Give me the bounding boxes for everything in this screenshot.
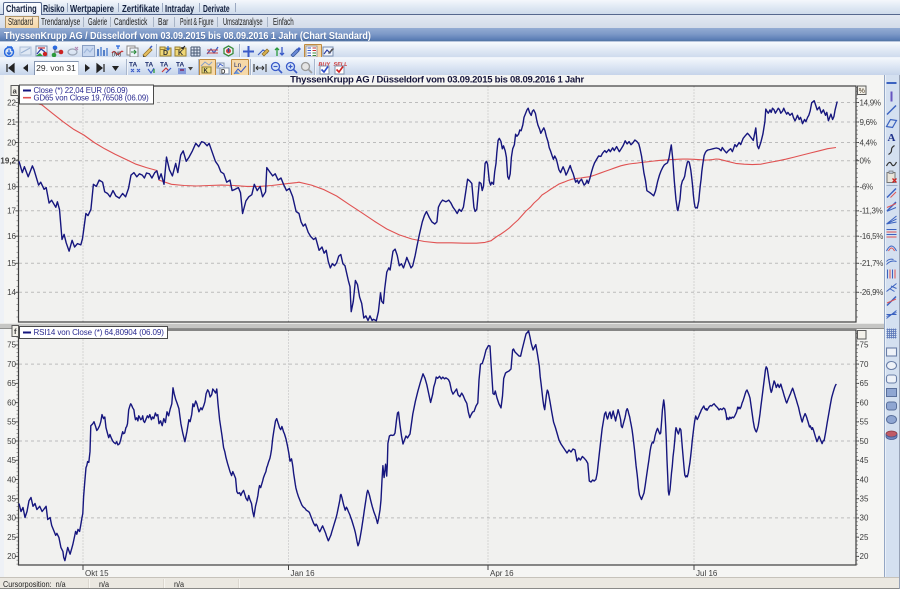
svg-text:9,6%: 9,6% xyxy=(860,118,877,127)
svg-text:GD65 von Close 19,76508 (06.09: GD65 von Close 19,76508 (06.09) xyxy=(34,93,150,102)
svg-text:14: 14 xyxy=(7,288,16,297)
svg-text:-6%: -6% xyxy=(860,183,874,192)
svg-text:75: 75 xyxy=(860,341,869,350)
svg-text:30: 30 xyxy=(860,514,869,523)
svg-text:20: 20 xyxy=(7,138,16,147)
svg-text:75: 75 xyxy=(7,341,16,350)
svg-text:30: 30 xyxy=(7,514,16,523)
svg-text:-11,3%: -11,3% xyxy=(860,207,883,216)
svg-text:%: % xyxy=(859,88,865,95)
svg-text:55: 55 xyxy=(7,418,16,427)
svg-text:55: 55 xyxy=(860,418,869,427)
svg-text:20: 20 xyxy=(7,552,16,561)
svg-text:14,9%: 14,9% xyxy=(860,98,881,107)
svg-text:70: 70 xyxy=(7,360,16,369)
svg-text:60: 60 xyxy=(7,398,16,407)
svg-text:70: 70 xyxy=(860,360,869,369)
svg-text:22: 22 xyxy=(7,98,16,107)
svg-text:D: D xyxy=(163,50,168,57)
svg-text:35: 35 xyxy=(860,495,869,504)
svg-text:0%: 0% xyxy=(860,157,871,166)
svg-text:Ln: Ln xyxy=(234,62,242,69)
svg-text:ThyssenKrupp AG / Düsseldorf v: ThyssenKrupp AG / Düsseldorf vom 03.09.2… xyxy=(290,75,584,86)
svg-text:TA: TA xyxy=(176,61,184,68)
svg-text:Jan 16: Jan 16 xyxy=(291,569,316,577)
svg-text:50: 50 xyxy=(7,437,16,446)
svg-text:TA: TA xyxy=(129,61,137,68)
svg-text:Apr 16: Apr 16 xyxy=(490,569,514,577)
svg-text:15: 15 xyxy=(7,259,16,268)
svg-text:K: K xyxy=(178,50,183,57)
svg-text:45: 45 xyxy=(7,456,16,465)
svg-text:18: 18 xyxy=(7,183,16,192)
svg-text:TA: TA xyxy=(160,61,168,68)
svg-text:16: 16 xyxy=(7,232,16,241)
svg-text:17: 17 xyxy=(7,207,16,216)
svg-text:K: K xyxy=(204,68,209,74)
svg-text:TA: TA xyxy=(145,61,153,68)
svg-text:A: A xyxy=(888,132,896,144)
svg-text:20: 20 xyxy=(860,552,869,561)
svg-text:65: 65 xyxy=(860,379,869,388)
svg-text:Jul 16: Jul 16 xyxy=(696,569,718,577)
svg-text:Okt 15: Okt 15 xyxy=(85,569,109,577)
svg-text:35: 35 xyxy=(7,495,16,504)
svg-text:40: 40 xyxy=(7,475,16,484)
svg-text:19,2: 19,2 xyxy=(0,157,16,166)
svg-text:45: 45 xyxy=(860,456,869,465)
svg-text:50: 50 xyxy=(860,437,869,446)
svg-text:60: 60 xyxy=(860,398,869,407)
svg-text:40: 40 xyxy=(860,475,869,484)
svg-text:65: 65 xyxy=(7,379,16,388)
svg-text:21: 21 xyxy=(7,118,16,127)
svg-text:-21,7%: -21,7% xyxy=(860,259,884,268)
svg-text:25: 25 xyxy=(860,533,869,542)
svg-text:25: 25 xyxy=(7,533,16,542)
svg-text:-26,9%: -26,9% xyxy=(860,288,884,297)
svg-text:-16,5%: -16,5% xyxy=(860,232,884,241)
svg-text:D: D xyxy=(221,69,226,75)
svg-text:4,4%: 4,4% xyxy=(860,138,877,147)
svg-text:RSI14 von Close (*) 64,80904 (: RSI14 von Close (*) 64,80904 (06.09) xyxy=(34,328,165,337)
